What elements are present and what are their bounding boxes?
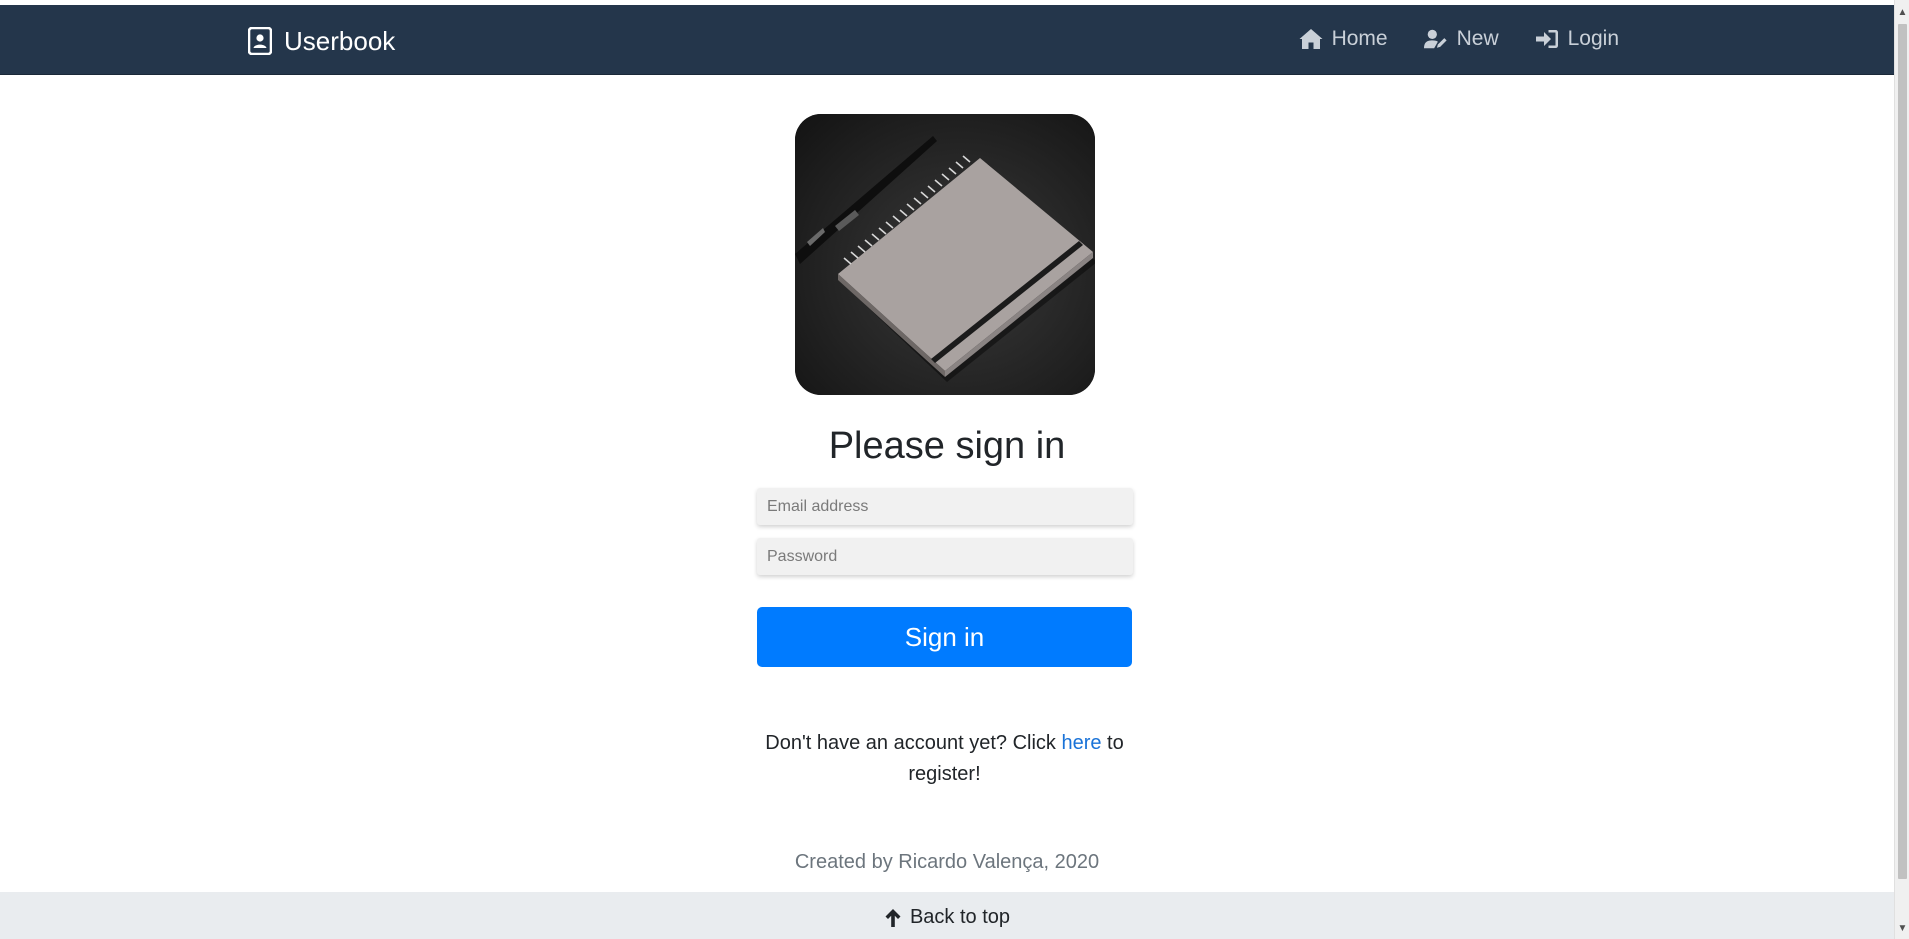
email-input[interactable] [757,488,1133,525]
nav-login[interactable]: Login [1535,27,1619,51]
scrollbar-thumb[interactable] [1898,24,1907,879]
notebook-illustration [795,114,1095,395]
brand-name: Userbook [284,25,396,56]
register-link[interactable]: here [1061,732,1101,754]
address-book-icon [248,27,272,55]
sign-in-button[interactable]: Sign in [757,607,1132,667]
nav-home-label: Home [1331,27,1388,50]
brand-link[interactable]: Userbook [248,25,395,57]
vertical-scrollbar[interactable]: ▲ ▼ [1894,0,1909,939]
notebook-image [795,114,1095,395]
register-prompt: Don't have an account yet? Click here to… [757,728,1132,790]
sign-in-icon [1535,30,1558,48]
scroll-up-icon[interactable]: ▲ [1895,4,1909,21]
back-to-top-link[interactable]: Back to top [0,906,1894,929]
scroll-down-icon[interactable]: ▼ [1895,920,1909,937]
nav-new-label: New [1456,27,1499,50]
home-icon [1299,29,1323,49]
user-edit-icon [1423,29,1447,49]
nav-menu: Home New Login [1299,27,1619,51]
nav-login-label: Login [1567,27,1619,50]
nav-new[interactable]: New [1423,27,1499,51]
register-prefix: Don't have an account yet? Click [765,732,1062,754]
page-title: Please sign in [828,425,1066,467]
back-to-top-label: Back to top [909,906,1011,928]
nav-home[interactable]: Home [1299,27,1388,51]
password-input[interactable] [757,538,1133,575]
footer-credit: Created by Ricardo Valença, 2020 [794,851,1100,873]
navbar: Userbook Home New Login [0,5,1894,75]
arrow-up-icon [885,908,901,927]
